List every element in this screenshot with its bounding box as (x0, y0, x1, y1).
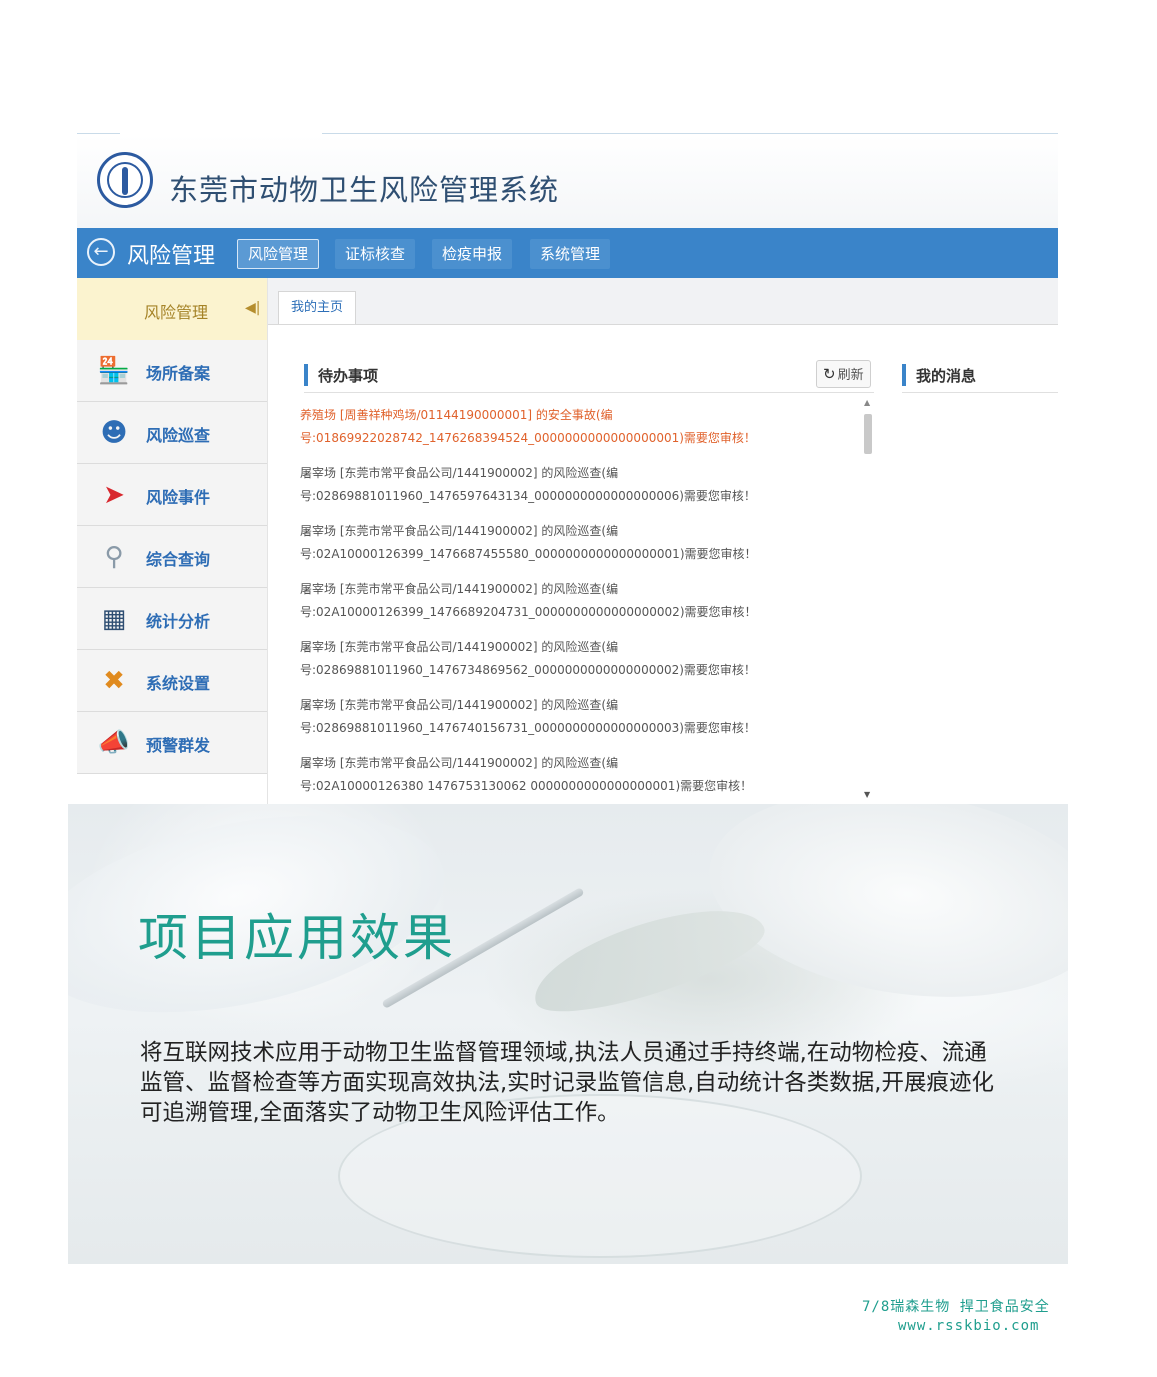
sidebar-item-label: 综合查询 (146, 550, 211, 569)
top-navbar: ← 风险管理 风险管理 证标核查 检疫申报 系统管理 (77, 228, 1058, 278)
scroll-up-arrow-icon[interactable]: ▲ (864, 398, 870, 407)
accent-bar (902, 364, 906, 386)
todo-item[interactable]: 养殖场 [周善祥种鸡场/01144190000001] 的安全事故(编 号:018… (300, 404, 850, 450)
sidebar-item-label: 风险巡查 (146, 426, 211, 445)
sidebar-item-label: 风险事件 (146, 488, 211, 507)
module-title: 风险管理 (127, 244, 216, 269)
collapse-sidebar-icon[interactable]: ◀| (245, 300, 260, 316)
todo-item[interactable]: 屠宰场 [东莞市常平食品公司/1441900002] 的风险巡查(编 号:0286… (300, 462, 850, 508)
system-title: 东莞市动物卫生风险管理系统 (169, 173, 560, 207)
section-body: 将互联网技术应用于动物卫生监督管理领域,执法人员通过手持终端,在动物检疫、流通监… (140, 1040, 994, 1126)
todo-item[interactable]: 屠宰场 [东莞市常平食品公司/1441900002] 的风险巡查(编 号:02A1… (300, 752, 850, 798)
back-arrow-icon[interactable]: ← (87, 238, 115, 266)
chart-icon: ▦ (101, 604, 127, 634)
sidebar-item-label: 场所备案 (146, 364, 211, 383)
tools-icon: ✖ (103, 666, 125, 696)
pin-icon: ➤ (103, 480, 125, 510)
sidebar-header-label: 风险管理 (144, 303, 209, 322)
page-tabbar: 我的主页 (268, 278, 1058, 325)
sidebar-item-label: 预警群发 (146, 736, 211, 755)
scroll-down-arrow-icon[interactable]: ▼ (864, 790, 870, 799)
lab-background-image (68, 804, 1068, 1264)
megaphone-icon: 📣 (97, 728, 131, 758)
todo-item[interactable]: 屠宰场 [东莞市常平食品公司/1441900002] 的风险巡查(编 号:02A1… (300, 578, 850, 624)
sidebar-item-settings[interactable]: ✖ 系统设置 (77, 650, 267, 712)
sidebar-item-statistics[interactable]: ▦ 统计分析 (77, 588, 267, 650)
messages-panel-header: 我的消息 (902, 362, 1058, 393)
sidebar: 风险管理 ◀| 🏪 场所备案 ☻ 风险巡查 ➤ 风险事件 ⚲ 综合查询 ▦ 统计… (77, 278, 268, 812)
sidebar-item-risk-events[interactable]: ➤ 风险事件 (77, 464, 267, 526)
nav-tab-certificate-check[interactable]: 证标核查 (335, 239, 416, 269)
nav-tab-risk-management[interactable]: 风险管理 (237, 239, 320, 269)
tab-my-home[interactable]: 我的主页 (278, 291, 357, 324)
messages-title: 我的消息 (916, 367, 977, 385)
scroll-thumb[interactable] (864, 414, 872, 454)
sidebar-item-alert-broadcast[interactable]: 📣 预警群发 (77, 712, 267, 774)
main-content: 我的主页 待办事项 ↻ 刷新 我的消息 养殖场 [周善祥种鸡场/011441900… (268, 278, 1058, 812)
top-divider-right (322, 133, 1058, 134)
todo-item[interactable]: 屠宰场 [东莞市常平食品公司/1441900002] 的风险巡查(编 号:0286… (300, 694, 850, 740)
todo-item[interactable]: 屠宰场 [东莞市常平食品公司/1441900002] 的风险巡查(编 号:02A1… (300, 520, 850, 566)
store-icon: 🏪 (97, 356, 131, 386)
footer-website: www.rsskbio.com (898, 1318, 1040, 1334)
refresh-button[interactable]: ↻ 刷新 (816, 360, 871, 388)
refresh-icon: ↻ (823, 365, 836, 383)
todo-scrollbar[interactable]: ▲ ▼ (862, 398, 874, 804)
sidebar-item-risk-patrol[interactable]: ☻ 风险巡查 (77, 402, 267, 464)
sidebar-item-site-registration[interactable]: 🏪 场所备案 (77, 340, 267, 402)
app-screenshot: 东莞市动物卫生风险管理系统 ← 风险管理 风险管理 证标核查 检疫申报 系统管理… (77, 135, 1058, 812)
top-divider-left (77, 133, 120, 134)
refresh-label: 刷新 (837, 368, 864, 383)
todo-item[interactable]: 屠宰场 [东莞市常平食品公司/1441900002] 的风险巡查(编 号:0286… (300, 636, 850, 682)
todo-title: 待办事项 (318, 367, 379, 385)
sidebar-item-label: 统计分析 (146, 612, 211, 631)
search-icon: ⚲ (104, 542, 124, 572)
sidebar-item-query[interactable]: ⚲ 综合查询 (77, 526, 267, 588)
footer-slogan: 7/8瑞森生物 捍卫食品安全 (862, 1299, 1050, 1315)
section-title: 项目应用效果 (138, 909, 456, 967)
sidebar-item-label: 系统设置 (146, 674, 211, 693)
nav-tab-quarantine-declaration[interactable]: 检疫申报 (432, 239, 513, 269)
todo-list: 养殖场 [周善祥种鸡场/01144190000001] 的安全事故(编 号:018… (300, 404, 860, 804)
accent-bar (304, 364, 308, 386)
emblem-logo (97, 152, 153, 208)
nav-tab-system-management[interactable]: 系统管理 (530, 239, 611, 269)
sidebar-header: 风险管理 ◀| (77, 278, 267, 341)
inspector-icon: ☻ (100, 418, 128, 448)
todo-panel-header: 待办事项 ↻ 刷新 (304, 360, 874, 393)
app-header: 东莞市动物卫生风险管理系统 (77, 135, 1058, 228)
